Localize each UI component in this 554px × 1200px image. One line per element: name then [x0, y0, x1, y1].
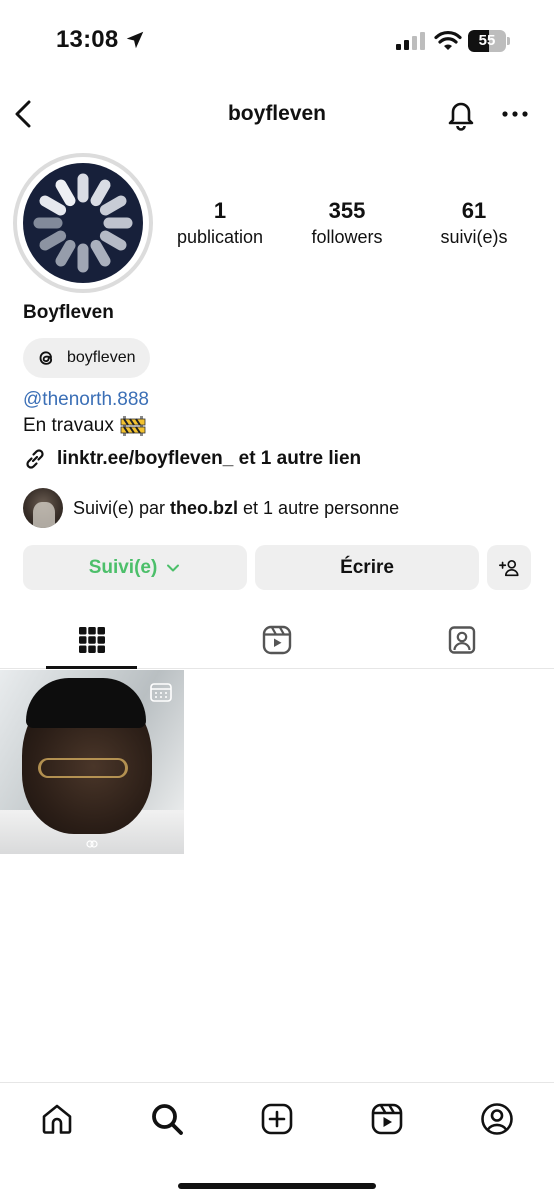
post-thumbnail[interactable]: [0, 670, 184, 854]
bio-mention-link[interactable]: @thenorth.888: [23, 389, 149, 411]
search-icon: [152, 1104, 183, 1135]
followed-by-prefix: Suivi(e) par: [73, 497, 171, 518]
threads-icon: [39, 351, 53, 365]
stat-publications[interactable]: 1 publication: [155, 198, 285, 248]
bio-link-text: linktr.ee/boyfleven_ et 1 autre lien: [57, 448, 362, 469]
stat-followers[interactable]: 355 followers: [282, 198, 412, 248]
bio: En travaux: [23, 414, 146, 438]
grid-icon: [79, 627, 105, 653]
cellular-signal-icon: [396, 32, 425, 50]
reels-icon: [371, 1103, 403, 1135]
loading-spinner-icon: [33, 173, 133, 273]
display-name: Boyfleven: [23, 302, 114, 323]
collab-icon: [86, 840, 98, 848]
more-options-button[interactable]: [498, 96, 532, 132]
bell-icon: [448, 102, 474, 131]
profile-tabs: [0, 612, 554, 669]
suggested-users-button[interactable]: [487, 545, 531, 590]
battery-icon: 55: [468, 30, 510, 52]
notifications-button[interactable]: [444, 96, 478, 132]
tab-reels[interactable]: [185, 612, 369, 668]
home-icon: [42, 1104, 72, 1134]
status-bar: 13:08 55: [0, 0, 554, 80]
tagged-icon: [448, 626, 476, 654]
stat-following-label: suivi(e)s: [440, 227, 508, 247]
bottom-navigation: [0, 1082, 554, 1200]
threads-profile-chip[interactable]: boyfleven: [23, 338, 150, 378]
stat-publications-count: 1: [213, 198, 227, 223]
home-indicator: [178, 1183, 376, 1189]
status-time: 13:08: [56, 26, 119, 53]
nav-create[interactable]: [257, 1099, 297, 1139]
tab-posts-grid[interactable]: [0, 612, 184, 668]
stat-followers-label: followers: [311, 227, 383, 247]
profile-icon: [481, 1103, 513, 1135]
tab-tagged[interactable]: [370, 612, 554, 668]
active-tab-indicator: [46, 666, 137, 669]
followed-by-user[interactable]: theo.bzl: [170, 498, 238, 518]
threads-handle: boyfleven: [67, 349, 136, 366]
nav-profile[interactable]: [477, 1099, 517, 1139]
create-icon: [261, 1103, 293, 1135]
nav-search[interactable]: [147, 1099, 187, 1139]
wifi-icon: [434, 30, 462, 50]
message-button[interactable]: Écrire: [255, 545, 479, 590]
link-icon: [26, 449, 44, 469]
stat-following-count: 61: [461, 198, 487, 223]
nav-reels[interactable]: [367, 1099, 407, 1139]
battery-level: 55: [478, 32, 496, 49]
chevron-down-icon: [167, 564, 180, 571]
following-button[interactable]: Suivi(e): [23, 545, 247, 590]
nav-home[interactable]: [37, 1099, 77, 1139]
bio-text: En travaux: [23, 415, 114, 436]
construction-barrier-icon: [120, 416, 146, 436]
stat-publications-label: publication: [176, 227, 264, 247]
profile-header: boyfleven: [0, 88, 554, 140]
calendar-icon: [150, 683, 172, 702]
bio-external-link[interactable]: linktr.ee/boyfleven_ et 1 autre lien: [23, 447, 361, 471]
more-horizontal-icon: [502, 111, 528, 117]
avatar-image: [23, 163, 143, 283]
location-arrow-icon: [126, 31, 144, 49]
follower-avatar: [23, 488, 63, 528]
profile-avatar[interactable]: [13, 153, 153, 293]
add-user-icon: [499, 559, 519, 576]
message-button-label: Écrire: [340, 556, 394, 578]
stat-followers-count: 355: [328, 198, 366, 223]
reels-icon: [262, 625, 292, 655]
followed-by-text: Suivi(e) par theo.bzl et 1 autre personn…: [73, 498, 399, 519]
followed-by-suffix: et 1 autre personne: [238, 497, 400, 518]
followed-by-row[interactable]: Suivi(e) par theo.bzl et 1 autre personn…: [23, 488, 399, 528]
stat-following[interactable]: 61 suivi(e)s: [409, 198, 539, 248]
following-button-label: Suivi(e): [88, 556, 158, 578]
